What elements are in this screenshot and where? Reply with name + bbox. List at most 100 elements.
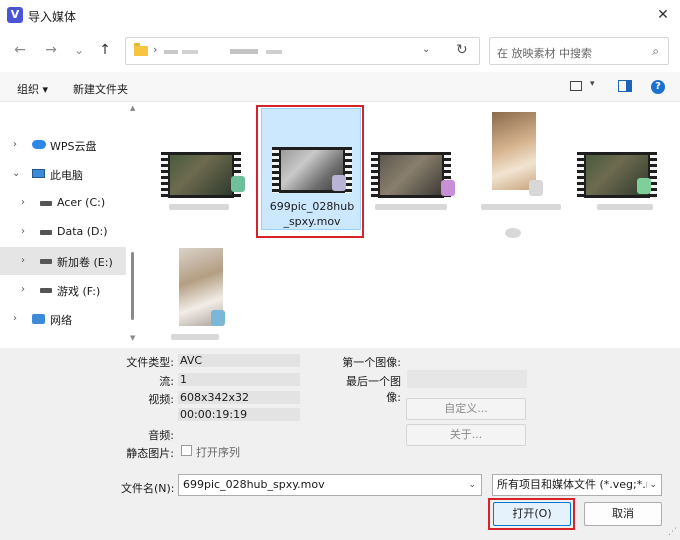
collapse-icon[interactable]: ⌄ [12,168,20,179]
path-chevron-icon[interactable]: › [153,43,157,56]
help-icon[interactable]: ? [651,80,665,94]
file-name-redacted [505,228,521,238]
filetype-select[interactable]: 所有项目和媒体文件 (*.veg;*.m ⌄ [492,474,662,496]
forward-icon[interactable]: → [41,40,61,60]
video-label: 视频: [148,393,174,406]
sidebar-scrollbar[interactable]: ▲ ▼ [130,102,138,348]
view-mode-icon[interactable] [570,81,582,91]
search-placeholder: 在 放映素材 中搜索 [497,47,592,60]
drive-icon [40,288,52,293]
back-icon[interactable]: ← [10,40,30,60]
scroll-thumb[interactable] [131,252,134,320]
app-badge-icon [637,178,651,194]
first-image-label: 第一个图像: [342,356,401,369]
media-info-panel: 文件类型: AVC 流: 1 视频: 608x342x32 00:00:19:1… [0,348,680,460]
app-badge-icon [529,180,543,196]
drive-icon [40,230,52,235]
stream-label: 流: [159,375,174,388]
path-segment-redacted[interactable] [164,50,178,54]
search-icon[interactable]: ⌕ [652,44,659,59]
file-type-label: 文件类型: [126,356,174,369]
search-input[interactable]: 在 放映素材 中搜索 ⌕ [489,37,669,65]
sidebar-item-drive-c[interactable]: › Acer (C:) [0,189,126,217]
title-bar: V 导入媒体 ✕ [0,0,680,30]
sidebar-item-label: 游戏 (F:) [57,285,101,298]
sidebar-item-label: Data (D:) [57,225,108,238]
file-item[interactable] [471,108,571,238]
file-item[interactable] [151,108,251,238]
sidebar-item-wps-cloud[interactable]: › WPS云盘 [0,131,126,159]
sidebar-item-label: Acer (C:) [57,196,106,209]
scroll-down-icon[interactable]: ▼ [130,334,135,342]
recent-locations-icon[interactable]: ⌄ [69,40,89,60]
file-item[interactable] [567,108,667,238]
video-value: 608x342x32 [178,391,300,404]
app-badge-icon [441,180,455,196]
about-button[interactable]: 关于... [406,424,526,446]
network-icon [32,314,45,324]
refresh-icon[interactable]: ↻ [456,42,468,58]
filename-dropdown-icon[interactable]: ⌄ [468,475,476,495]
app-badge-icon [211,310,225,326]
highlight-annotation [256,105,364,238]
view-dropdown-icon[interactable]: ▾ [590,79,595,89]
last-image-label: 最后一个图像: [346,375,401,404]
sidebar-item-this-pc[interactable]: ⌄ 此电脑 [0,160,126,188]
navigation-bar: ← → ⌄ ↑ › ⌄ ↻ 在 放映素材 中搜索 ⌕ [0,30,680,72]
duration-value: 00:00:19:19 [178,408,300,421]
address-dropdown-icon[interactable]: ⌄ [422,44,430,55]
path-segment-redacted[interactable] [230,49,258,54]
expand-icon[interactable]: › [21,226,25,237]
sidebar-item-label: 此电脑 [50,169,83,182]
cancel-button[interactable]: 取消 [584,502,662,526]
filename-field[interactable]: 699pic_028hub_spxy.mov ⌄ [178,474,482,496]
file-name-redacted [169,204,229,210]
computer-icon [32,169,45,178]
file-name-redacted [171,334,219,340]
expand-icon[interactable]: › [21,197,25,208]
path-segment-redacted[interactable] [182,50,198,54]
last-image-value [407,370,527,388]
address-bar[interactable]: › ⌄ ↻ [125,37,480,65]
expand-icon[interactable]: › [13,139,17,150]
sidebar-item-drive-f[interactable]: › 游戏 (F:) [0,276,126,304]
up-folder-icon[interactable]: ↑ [95,40,115,60]
path-segment-redacted[interactable] [266,50,282,54]
close-button[interactable]: ✕ [652,4,674,26]
still-image-label: 静态图片: [126,447,174,460]
folder-icon [134,43,148,56]
sidebar-item-drive-e[interactable]: › 新加卷 (E:) [0,247,126,275]
window-title: 导入媒体 [28,10,77,24]
sidebar-item-drive-d[interactable]: › Data (D:) [0,218,126,246]
file-name-redacted [481,204,561,210]
file-item[interactable] [361,108,461,238]
filename-value: 699pic_028hub_spxy.mov [183,478,325,491]
new-folder-button[interactable]: 新建文件夹 [73,81,128,97]
highlight-annotation [488,498,575,530]
command-toolbar: 组织 ▾ 新建文件夹 ▾ ? [0,72,680,102]
organize-menu[interactable]: 组织 ▾ [17,81,48,97]
app-logo-icon: V [7,7,23,23]
filetype-value: 所有项目和媒体文件 (*.veg;*.m [497,478,657,491]
drive-icon [40,201,52,206]
stream-value: 1 [178,373,300,386]
resize-grip-icon[interactable]: ⋰ [668,527,677,537]
expand-icon[interactable]: › [13,313,17,324]
file-list: 699pic_028hub _spxy.mov [141,102,680,348]
open-sequence-checkbox[interactable] [181,445,192,456]
scroll-up-icon[interactable]: ▲ [130,104,135,112]
drive-icon [40,259,52,264]
expand-icon[interactable]: › [21,284,25,295]
preview-pane-icon[interactable] [618,80,632,92]
file-type-value: AVC [178,354,300,367]
customize-button[interactable]: 自定义... [406,398,526,420]
audio-label: 音频: [148,429,174,442]
sidebar-item-label: 新加卷 (E:) [57,256,113,269]
cloud-icon [32,140,46,149]
sidebar-item-network[interactable]: › 网络 [0,305,126,333]
file-item[interactable] [161,242,261,346]
expand-icon[interactable]: › [21,255,25,266]
file-name-redacted [597,204,653,210]
sidebar-item-label: WPS云盘 [50,140,97,153]
filetype-dropdown-icon[interactable]: ⌄ [647,475,657,495]
